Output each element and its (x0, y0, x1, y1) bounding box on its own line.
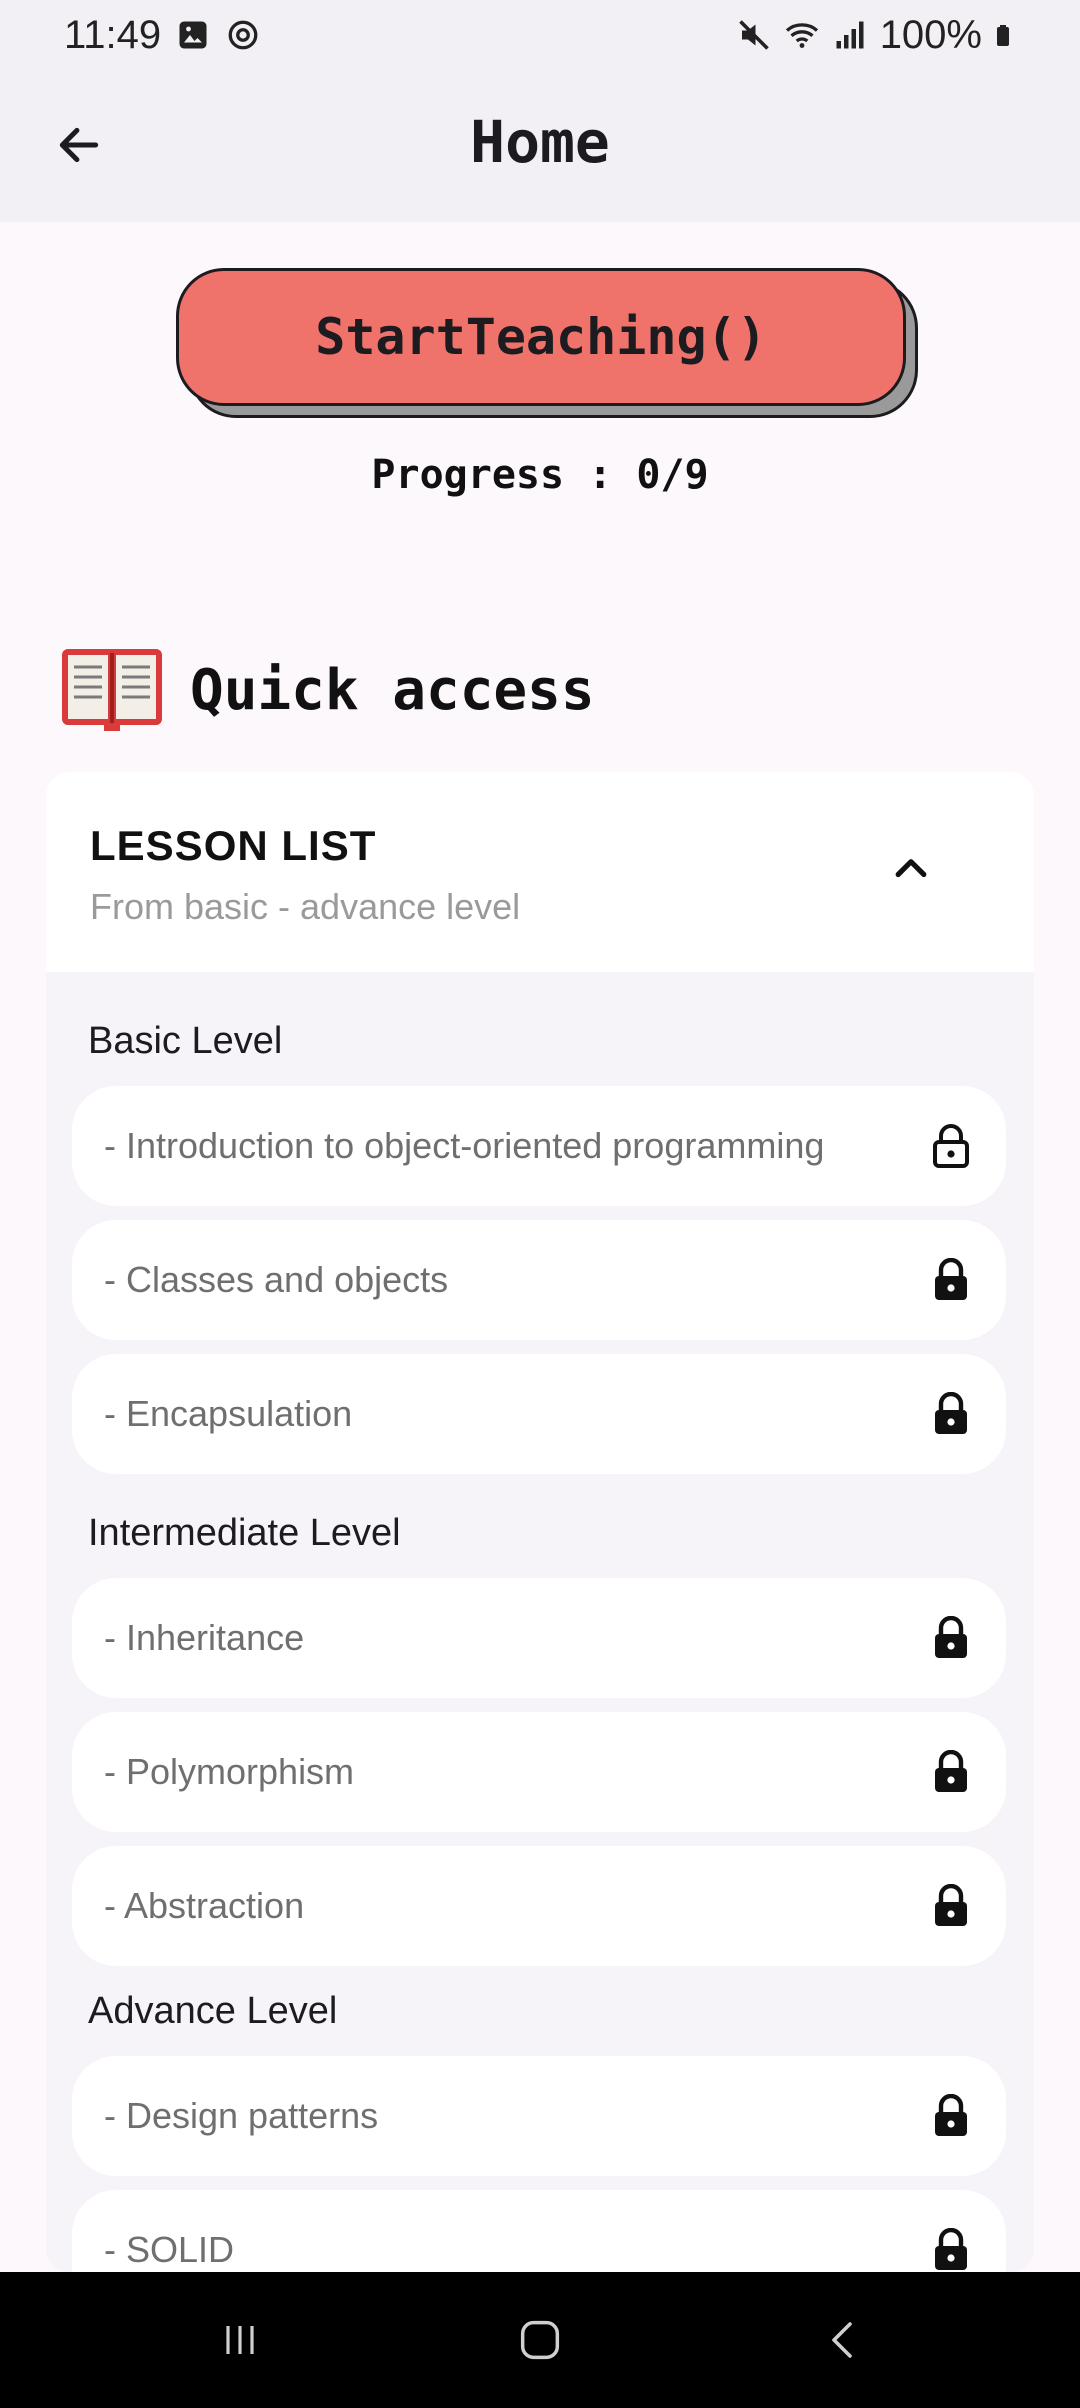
unlock-icon (926, 1121, 976, 1171)
lesson-label: - Encapsulation (104, 1393, 353, 1434)
lock-icon (926, 2225, 976, 2272)
open-book-icon (62, 649, 162, 731)
lesson-list-header[interactable]: LESSON LIST From basic - advance level (46, 772, 1034, 972)
image-icon (179, 21, 207, 49)
lesson-item[interactable]: - Polymorphism (72, 1712, 1006, 1832)
lesson-label: - SOLID (104, 2229, 235, 2270)
battery-icon (997, 25, 1009, 46)
lesson-item[interactable]: - Design patterns (72, 2056, 1006, 2176)
lesson-item[interactable]: - Classes and objects (72, 1220, 1006, 1340)
lesson-list-card: LESSON LIST From basic - advance level B… (46, 772, 1034, 2272)
lesson-label: - Design patterns (104, 2095, 379, 2136)
lock-icon (926, 1389, 976, 1439)
wifi-icon (785, 23, 818, 48)
lesson-item[interactable]: - SOLID (72, 2190, 1006, 2272)
recents-icon (226, 2326, 254, 2354)
mute-icon (738, 20, 769, 50)
lesson-label: - Classes and objects (104, 1259, 449, 1300)
sync-icon (228, 20, 258, 50)
start-teaching-button[interactable]: StartTeaching() (176, 268, 906, 406)
back-nav-button[interactable] (804, 2300, 884, 2380)
app-bar: Home (0, 70, 1080, 222)
recents-button[interactable] (200, 2300, 280, 2380)
start-teaching-wrapper: StartTeaching() (176, 268, 920, 420)
collapse-button[interactable] (876, 834, 946, 904)
progress-text: Progress : 0/9 (371, 452, 709, 498)
lesson-item[interactable]: - Abstraction (72, 1846, 1006, 1966)
lesson-item[interactable]: - Encapsulation (72, 1354, 1006, 1474)
signal-icon (836, 21, 864, 49)
battery-percent: 100% (879, 12, 982, 57)
quick-access-title: Quick access (190, 657, 595, 723)
level-label-basic: Basic Level (88, 1020, 283, 1062)
lesson-list-title: LESSON LIST (90, 822, 377, 869)
lock-icon (926, 1747, 976, 1797)
lesson-label: - Polymorphism (104, 1751, 355, 1792)
back-icon (832, 2322, 852, 2358)
lock-icon (926, 1255, 976, 1305)
system-nav-bar (0, 2272, 1080, 2408)
lesson-list-subtitle: From basic - advance level (90, 886, 521, 927)
page-title: Home (470, 108, 610, 176)
lesson-label: - Inheritance (104, 1617, 305, 1658)
quick-access-heading: Quick access (60, 640, 595, 740)
lock-icon (926, 1881, 976, 1931)
level-label-intermediate: Intermediate Level (88, 1512, 401, 1554)
lesson-label: - Abstraction (104, 1885, 305, 1926)
level-label-advance: Advance Level (88, 1990, 338, 2032)
home-button[interactable] (500, 2300, 580, 2380)
lesson-label: - Introduction to object-oriented progra… (104, 1125, 825, 1166)
lesson-item[interactable]: - Introduction to object-oriented progra… (72, 1086, 1006, 1206)
status-bar: 11:49 100% (0, 0, 1080, 70)
lesson-item[interactable]: - Inheritance (72, 1578, 1006, 1698)
home-icon (520, 2320, 560, 2360)
lock-icon (926, 2091, 976, 2141)
status-time: 11:49 (64, 12, 162, 57)
lock-icon (926, 1613, 976, 1663)
chevron-up-icon (895, 859, 927, 878)
